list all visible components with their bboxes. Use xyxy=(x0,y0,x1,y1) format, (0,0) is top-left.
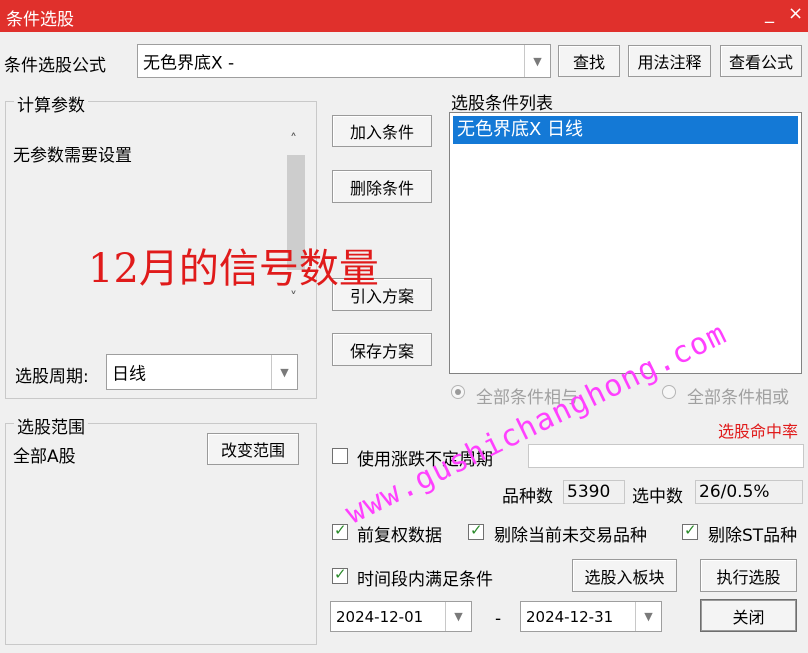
condition-list[interactable]: 无色界底X 日线 xyxy=(449,112,802,374)
window-title: 条件选股 xyxy=(6,10,74,30)
adj-data-label: 前复权数据 xyxy=(357,526,442,546)
chevron-down-icon[interactable]: ▼ xyxy=(445,602,471,631)
period-label: 选股周期: xyxy=(15,367,89,387)
to-block-button[interactable]: 选股入板块 xyxy=(572,559,677,592)
radio-or-label: 全部条件相或 xyxy=(687,388,789,408)
date-from-value: 2024-12-01 xyxy=(336,607,424,626)
period-select[interactable]: 日线 ▼ xyxy=(106,354,298,390)
find-button[interactable]: 查找 xyxy=(558,45,620,77)
count-label: 品种数 xyxy=(502,487,553,507)
exclude-suspended-label: 剔除当前未交易品种 xyxy=(494,526,647,546)
date-separator: - xyxy=(495,609,502,629)
delete-condition-button[interactable]: 删除条件 xyxy=(332,170,432,203)
chevron-down-icon[interactable]: ▼ xyxy=(635,602,661,631)
close-icon[interactable]: × xyxy=(788,3,803,25)
radio-or[interactable] xyxy=(662,385,676,399)
exclude-st-label: 剔除ST品种 xyxy=(708,526,798,546)
hit-rate-label: 选股命中率 xyxy=(718,422,799,441)
params-message: 无参数需要设置 xyxy=(13,146,132,166)
period-condition-checkbox[interactable] xyxy=(332,565,348,584)
count-value: 5390 xyxy=(563,480,625,504)
exclude-suspended-checkbox[interactable] xyxy=(468,521,484,540)
params-group-label: 计算参数 xyxy=(14,91,88,116)
date-from-select[interactable]: 2024-12-01 ▼ xyxy=(330,601,472,632)
selected-value: 26/0.5% xyxy=(695,480,803,504)
minimize-icon[interactable]: _ xyxy=(765,3,774,25)
run-selection-button[interactable]: 执行选股 xyxy=(700,559,797,592)
add-condition-button[interactable]: 加入条件 xyxy=(332,115,432,147)
formula-select-value: 无色界底X - xyxy=(143,53,235,74)
scope-group-label: 选股范围 xyxy=(14,413,88,438)
title-bar: 条件选股 _ × xyxy=(0,0,808,32)
variable-period-checkbox[interactable] xyxy=(332,448,348,464)
scope-value: 全部A股 xyxy=(13,447,76,467)
change-scope-button[interactable]: 改变范围 xyxy=(207,433,299,465)
exclude-st-checkbox[interactable] xyxy=(682,521,698,540)
usage-notes-button[interactable]: 用法注释 xyxy=(628,45,711,77)
condition-list-label: 选股条件列表 xyxy=(451,94,553,114)
annotation-text: 12月的信号数量 xyxy=(88,246,379,292)
chevron-down-icon[interactable]: ▼ xyxy=(524,45,550,77)
selected-label: 选中数 xyxy=(632,487,683,507)
chevron-down-icon[interactable]: ▼ xyxy=(271,355,297,389)
save-scheme-button[interactable]: 保存方案 xyxy=(332,333,432,366)
formula-label: 条件选股公式 xyxy=(4,56,106,76)
date-to-select[interactable]: 2024-12-31 ▼ xyxy=(520,601,662,632)
view-formula-button[interactable]: 查看公式 xyxy=(720,45,802,77)
list-item[interactable]: 无色界底X 日线 xyxy=(453,116,798,144)
scroll-up-icon[interactable]: ˄ xyxy=(290,132,297,148)
period-select-value: 日线 xyxy=(112,364,146,385)
date-to-value: 2024-12-31 xyxy=(526,607,614,626)
adj-data-checkbox[interactable] xyxy=(332,521,348,540)
period-condition-label: 时间段内满足条件 xyxy=(357,570,493,590)
radio-and[interactable] xyxy=(451,385,465,399)
formula-select[interactable]: 无色界底X - ▼ xyxy=(137,44,551,78)
variable-period-input[interactable] xyxy=(528,444,804,468)
close-button[interactable]: 关闭 xyxy=(700,599,797,632)
